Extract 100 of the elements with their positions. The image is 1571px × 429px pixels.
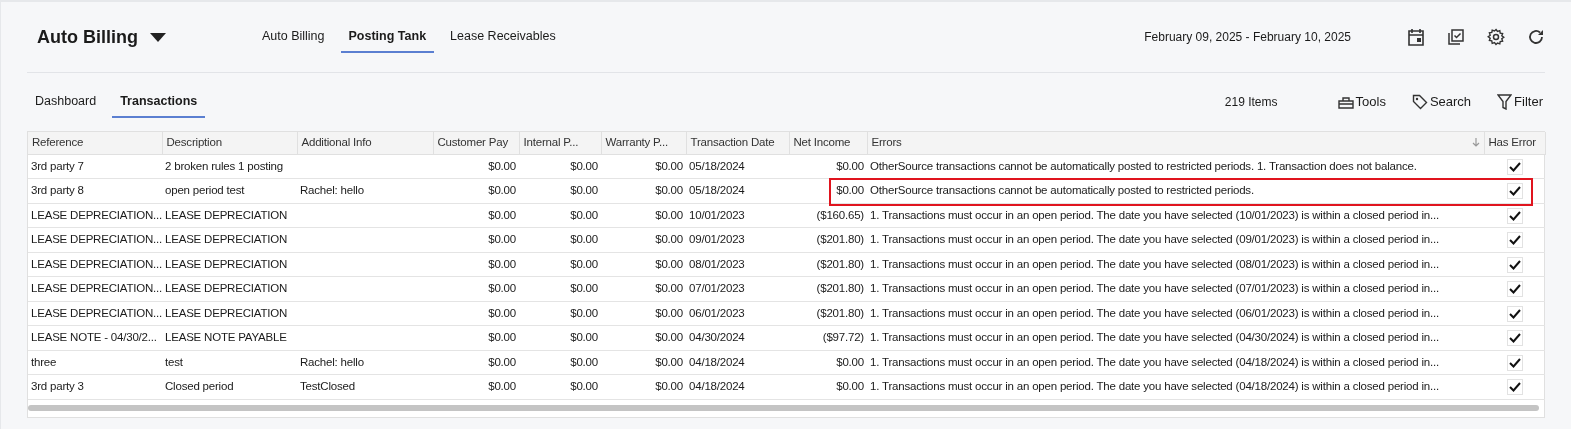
table-cell: $0.00 [570, 233, 598, 246]
table-cell: LEASE NOTE - 04/30/2... [31, 331, 157, 344]
column-header[interactable]: Errors [867, 132, 1484, 154]
table-cell: $0.00 [836, 355, 864, 368]
checkbox[interactable] [1506, 256, 1523, 273]
column-header[interactable]: Description [162, 132, 297, 154]
checkbox[interactable] [1506, 305, 1523, 322]
toolbox-icon [1337, 95, 1354, 109]
table-cell: 3rd party 3 [31, 380, 84, 393]
table-cell: LEASE DEPRECIATION [165, 208, 288, 221]
tab[interactable]: Auto Billing [254, 20, 333, 54]
table-cell: LEASE DEPRECIATION... [31, 306, 163, 319]
column-header[interactable]: Net Income [789, 132, 867, 154]
table-cell: $0.00 [570, 380, 598, 393]
table-cell: TestClosed [300, 380, 355, 393]
checkbox[interactable] [1506, 158, 1523, 175]
tab[interactable]: Posting Tank [340, 20, 435, 54]
table-cell: $0.00 [655, 380, 683, 393]
column-header[interactable]: Customer Pay [433, 132, 519, 154]
date-range[interactable]: February 09, 2025 - February 10, 2025 [1144, 28, 1351, 46]
table-cell: 3rd party 8 [31, 184, 84, 197]
table-cell: 2 broken rules 1 posting [165, 159, 283, 172]
refresh-icon[interactable] [1527, 28, 1545, 46]
table-cell: open period test [165, 184, 245, 197]
table-cell: 1. Transactions must occur in an open period. The date you have selected (09/01/2023) is within a closed period in... [870, 233, 1439, 246]
table-cell: $0.00 [836, 380, 864, 393]
table-cell: $0.00 [570, 331, 598, 344]
column-header[interactable]: Warranty P... [601, 132, 686, 154]
table-cell: $0.00 [655, 331, 683, 344]
table-cell: $0.00 [570, 282, 598, 295]
table-cell: $0.00 [570, 257, 598, 270]
caret-icon[interactable] [150, 32, 166, 42]
table-cell: 1. Transactions must occur in an open period. The date you have selected (04/18/2024) is within a closed period in... [870, 355, 1439, 368]
table-cell: $0.00 [655, 233, 683, 246]
table-cell: LEASE DEPRECIATION [165, 257, 288, 270]
page-title: Auto Billing [37, 25, 138, 49]
table-cell: 07/01/2023 [689, 282, 745, 295]
tab[interactable]: Dashboard [27, 85, 105, 119]
filter-button[interactable]: Filter [1497, 92, 1543, 112]
settings-icon[interactable] [1487, 28, 1505, 46]
table-cell: $0.00 [488, 208, 516, 221]
table-cell: $0.00 [488, 355, 516, 368]
table-cell: $0.00 [488, 380, 516, 393]
scrollbar[interactable] [28, 405, 1539, 411]
filter-icon [1497, 94, 1513, 110]
checklist-icon[interactable] [1447, 28, 1465, 46]
table-cell: 04/18/2024 [689, 355, 745, 368]
table-cell: LEASE NOTE PAYABLE [165, 331, 287, 344]
table-cell: 10/01/2023 [689, 208, 745, 221]
table-cell: 1. Transactions must occur in an open period. The date you have selected (07/01/2023) is within a closed period in... [870, 282, 1439, 295]
table-cell: ($201.80) [816, 306, 864, 319]
checkbox[interactable] [1506, 281, 1523, 298]
item-count: 219 Items [1224, 94, 1278, 111]
table-cell: Closed period [165, 380, 234, 393]
table-cell: 04/30/2024 [689, 331, 745, 344]
table-cell: $0.00 [488, 306, 516, 319]
sort-arrow-icon[interactable] [1471, 138, 1480, 148]
table-cell: $0.00 [836, 159, 864, 172]
table-cell: LEASE DEPRECIATION [165, 282, 288, 295]
table-cell: $0.00 [488, 233, 516, 246]
table-cell: test [165, 355, 183, 368]
column-header[interactable]: Transaction Date [686, 132, 789, 154]
column-header[interactable]: Additional Info [297, 132, 433, 154]
table-cell: 04/18/2024 [689, 380, 745, 393]
table-cell: $0.00 [655, 257, 683, 270]
tab[interactable]: Transactions [112, 85, 206, 119]
table-cell: $0.00 [655, 184, 683, 197]
table-cell: $0.00 [655, 159, 683, 172]
table-cell: $0.00 [488, 331, 516, 344]
table-cell: $0.00 [655, 355, 683, 368]
table-cell: $0.00 [570, 355, 598, 368]
table-cell: 05/18/2024 [689, 184, 745, 197]
checkbox[interactable] [1506, 330, 1523, 347]
search-button[interactable]: Search [1411, 92, 1472, 112]
table-cell: 1. Transactions must occur in an open period. The date you have selected (10/01/2023) is within a closed period in... [870, 208, 1439, 221]
table-cell: LEASE DEPRECIATION... [31, 257, 163, 270]
table-cell: $0.00 [570, 306, 598, 319]
table-cell: $0.00 [488, 257, 516, 270]
calendar-icon[interactable] [1407, 28, 1425, 46]
checkbox[interactable] [1506, 207, 1523, 224]
table-cell: three [31, 355, 57, 368]
table-cell: LEASE DEPRECIATION... [31, 208, 163, 221]
table-cell: $0.00 [570, 208, 598, 221]
table-cell: OtherSource transactions cannot be automatically posted to restricted periods. 1. Transaction does not balance. [870, 159, 1417, 172]
column-header[interactable]: Reference [28, 132, 162, 154]
column-header[interactable]: Has Error [1484, 132, 1545, 154]
tag-icon [1411, 94, 1428, 110]
table-cell: ($201.80) [816, 282, 864, 295]
tools-button[interactable]: Tools [1337, 92, 1386, 112]
checkbox[interactable] [1506, 232, 1523, 249]
checkbox[interactable] [1506, 379, 1523, 396]
tab[interactable]: Lease Receivables [442, 20, 564, 54]
table-cell: $0.00 [488, 159, 516, 172]
table-cell: $0.00 [488, 282, 516, 295]
column-header[interactable]: Internal P... [519, 132, 601, 154]
table-cell: ($160.65) [816, 208, 864, 221]
checkbox[interactable] [1506, 183, 1523, 200]
table-cell: Rachel: hello [300, 355, 364, 368]
checkbox[interactable] [1506, 354, 1523, 371]
table-cell: 1. Transactions must occur in an open period. The date you have selected (04/30/2024) is within a closed period in... [870, 331, 1439, 344]
